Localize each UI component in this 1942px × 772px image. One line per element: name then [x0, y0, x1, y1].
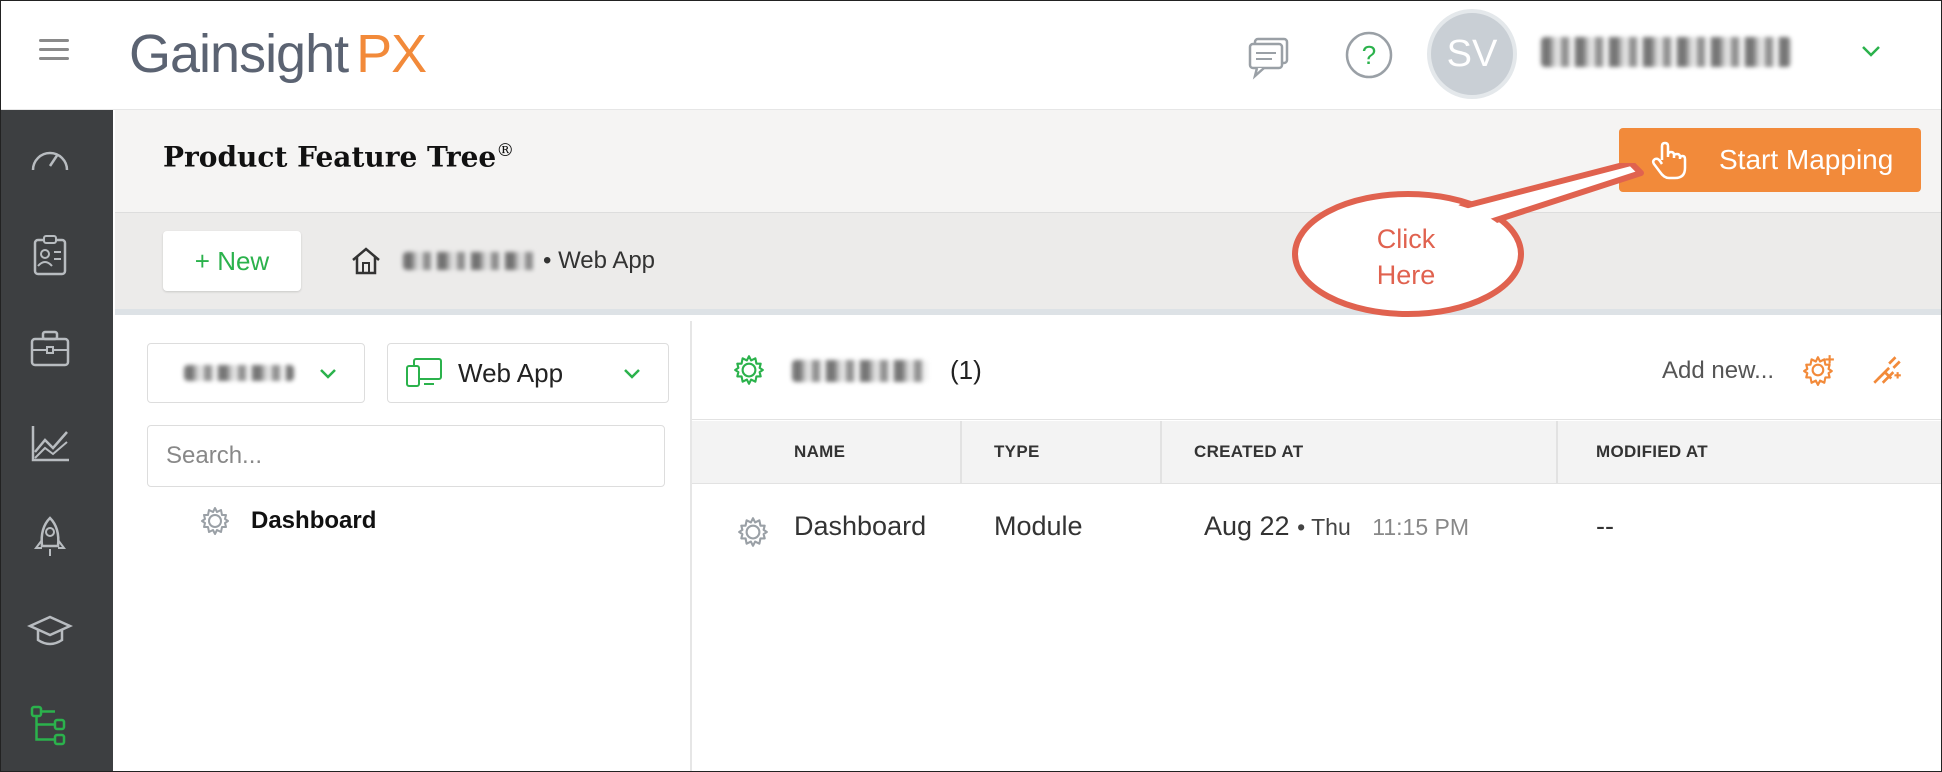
add-module-icon[interactable] [1802, 353, 1836, 387]
hamburger-icon[interactable] [39, 37, 73, 63]
tree-item-dashboard[interactable]: Dashboard [199, 499, 376, 543]
breadcrumb-app[interactable]: • Web App [543, 247, 655, 275]
start-mapping-button[interactable]: Start Mapping [1619, 128, 1921, 192]
avatar[interactable]: SV [1427, 9, 1517, 99]
svg-text:?: ? [1362, 40, 1376, 70]
chevron-down-icon[interactable] [1859, 41, 1883, 61]
chat-icon[interactable] [1245, 29, 1297, 81]
briefcase-icon[interactable] [27, 326, 73, 372]
module-gear-icon [201, 507, 229, 535]
add-feature-icon[interactable] [1870, 353, 1904, 387]
web-app-icon [406, 358, 442, 387]
breadcrumb: • Web App [349, 241, 655, 281]
graduation-cap-icon[interactable] [27, 608, 73, 654]
table-row[interactable]: Dashboard Module Aug 22 • Thu 11:15 PM -… [692, 483, 1941, 573]
page-title: Product Feature Tree® [163, 140, 515, 174]
new-button[interactable]: + New [163, 231, 301, 291]
column-created-at[interactable]: CREATED AT [1154, 421, 1558, 483]
user-name-redacted[interactable] [1541, 33, 1821, 73]
toolbar: + New • Web App [115, 213, 1941, 315]
add-new-label: Add new... [1662, 357, 1775, 384]
app-select[interactable]: Web App [387, 343, 669, 403]
module-header: (1) Add new... [692, 321, 1941, 420]
row-modified-at: -- [1596, 511, 1614, 541]
row-name[interactable]: Dashboard [794, 511, 926, 542]
column-type[interactable]: TYPE [954, 421, 1162, 483]
app-logo[interactable]: Gainsight PX [129, 23, 427, 85]
column-name[interactable]: NAME [754, 421, 962, 483]
module-title: (1) [792, 355, 982, 386]
product-select[interactable] [147, 343, 365, 403]
module-gear-icon [734, 355, 764, 385]
row-created-at: Aug 22 • Thu 11:15 PM [1204, 511, 1470, 541]
breadcrumb-product-redacted[interactable] [403, 252, 537, 270]
chevron-down-icon [320, 369, 336, 379]
analytics-icon[interactable] [27, 420, 73, 466]
column-modified-at[interactable]: MODIFIED AT [1556, 421, 1941, 483]
feature-tree-icon[interactable] [27, 702, 73, 748]
module-detail-panel: (1) Add new... NAME TYPE CREATED AT MODI… [692, 321, 1941, 771]
app-window: Gainsight PX ? SV Product Feature Tree® … [0, 0, 1942, 772]
chevron-down-icon [624, 369, 640, 379]
feature-tree-panel: Web App Dashboard [125, 321, 692, 771]
module-gear-icon [738, 517, 768, 547]
people-icon[interactable] [27, 232, 73, 278]
left-sidebar [1, 110, 113, 771]
search-input[interactable] [147, 425, 665, 487]
row-type: Module [994, 511, 1083, 541]
help-icon[interactable]: ? [1343, 29, 1395, 81]
dashboard-gauge-icon[interactable] [27, 138, 73, 184]
table-header: NAME TYPE CREATED AT MODIFIED AT [692, 421, 1941, 484]
rocket-icon[interactable] [27, 514, 73, 560]
callout-text: Click Here [1376, 224, 1436, 290]
top-bar: Gainsight PX ? SV [1, 1, 1941, 110]
home-icon[interactable] [349, 244, 383, 278]
hand-pointer-icon [1651, 141, 1687, 180]
page-header: Product Feature Tree® Start Mapping [115, 110, 1941, 213]
